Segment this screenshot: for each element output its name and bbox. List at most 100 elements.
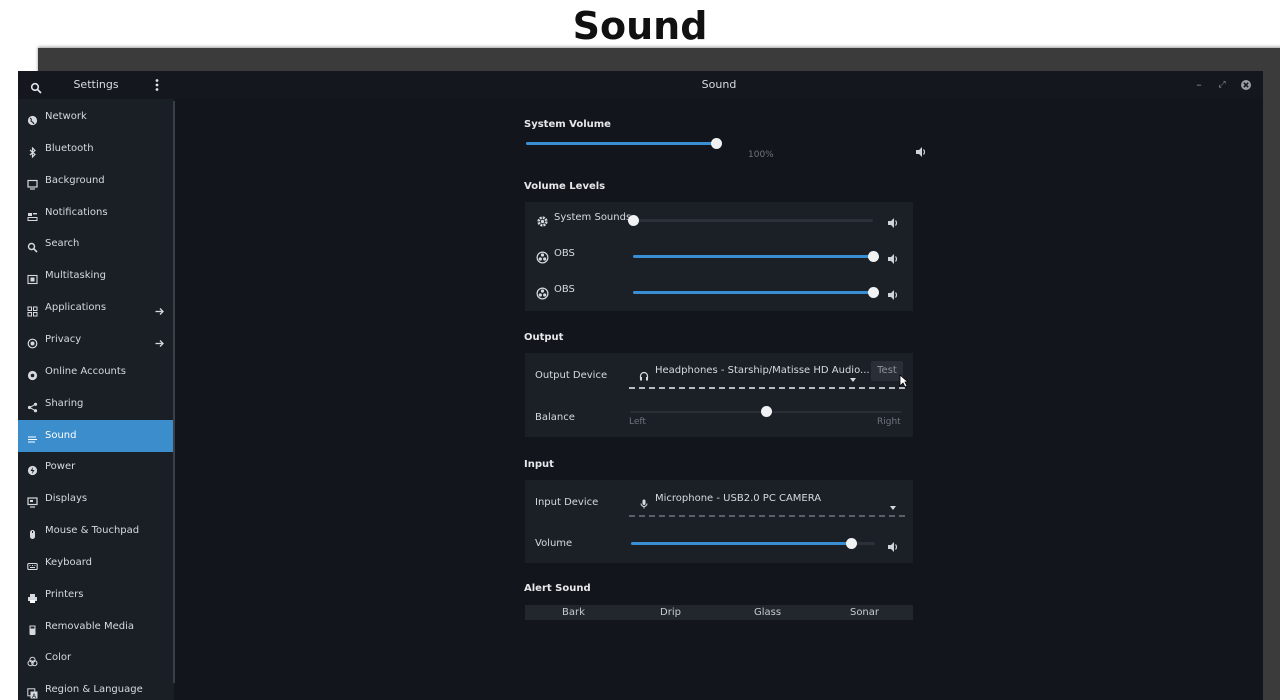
notifications-icon <box>27 207 38 221</box>
chevron-down-icon <box>889 496 897 510</box>
sidebar-item-label: Background <box>45 174 105 186</box>
grid-icon <box>27 302 38 317</box>
sidebar-item-keyboard[interactable]: Keyboard <box>18 547 174 579</box>
sidebar-item-notifications[interactable]: Notifications <box>18 197 174 229</box>
sidebar-item-privacy[interactable]: Privacy <box>18 324 174 356</box>
volume-levels-title: Volume Levels <box>524 181 606 192</box>
multitasking-icon <box>27 270 38 285</box>
power-icon <box>27 461 38 476</box>
speaker-icon[interactable] <box>887 250 899 264</box>
monitor-icon <box>27 175 38 190</box>
input-device-dropdown[interactable]: Microphone - USB2.0 PC CAMERA <box>629 489 901 510</box>
bluetooth-icon <box>27 143 38 159</box>
search-icon[interactable] <box>30 79 42 94</box>
sidebar: Network Bluetooth Background Notifications S… <box>18 99 174 700</box>
volume-level-row: OBS <box>525 246 913 266</box>
input-device-value: Microphone - USB2.0 PC CAMERA <box>655 493 822 504</box>
alert-sound-option-glass[interactable]: Glass <box>719 605 816 620</box>
obs-icon <box>536 249 549 264</box>
sidebar-item-search[interactable]: Search <box>18 228 174 260</box>
system-volume-title: System Volume <box>524 119 611 130</box>
color-icon <box>27 652 38 667</box>
settings-window: Settings Sound – ⤢ Network Bluetooth Backg… <box>18 71 1263 700</box>
alert-sound-selector: Bark Drip Glass Sonar <box>525 605 913 620</box>
gear-icon <box>536 213 549 227</box>
alert-sound-title: Alert Sound <box>524 583 591 594</box>
slider-knob[interactable] <box>845 538 857 549</box>
sidebar-item-label: Color <box>45 652 72 664</box>
output-device-value: Headphones - Starship/Matisse HD Audio..… <box>655 365 870 376</box>
alert-sound-option-bark[interactable]: Bark <box>525 605 622 620</box>
volume-level-slider[interactable] <box>633 287 879 298</box>
sidebar-item-bluetooth[interactable]: Bluetooth <box>18 133 174 165</box>
sidebar-item-online-accounts[interactable]: Online Accounts <box>18 356 174 388</box>
slider-knob[interactable] <box>868 251 879 262</box>
chevron-right-icon <box>154 334 165 347</box>
slider-knob[interactable] <box>628 215 639 226</box>
sidebar-item-label: Power <box>45 461 76 473</box>
sidebar-item-power[interactable]: Power <box>18 451 174 483</box>
sidebar-item-removable-media[interactable]: Removable Media <box>18 611 174 643</box>
balance-label: Balance <box>535 412 575 423</box>
sidebar-title: Settings <box>73 78 119 91</box>
slider-knob[interactable] <box>711 138 723 149</box>
sidebar-item-label: Privacy <box>45 333 82 345</box>
sidebar-item-label: Mouse & Touchpad <box>45 525 140 537</box>
speaker-icon[interactable] <box>915 143 927 157</box>
sidebar-item-printers[interactable]: Printers <box>18 579 174 611</box>
usb-icon <box>27 621 38 635</box>
headphones-icon <box>639 366 649 381</box>
balance-slider[interactable] <box>630 406 901 417</box>
output-device-dropdown[interactable]: Headphones - Starship/Matisse HD Audio..… <box>629 361 870 382</box>
sidebar-item-label: Sound <box>45 429 77 441</box>
input-volume-label: Volume <box>535 538 573 549</box>
microphone-icon <box>639 494 649 509</box>
volume-level-slider[interactable] <box>628 215 873 226</box>
sidebar-item-label: Region & Language <box>45 684 143 696</box>
volume-level-row: System Sounds <box>525 210 913 230</box>
input-volume-slider[interactable] <box>631 538 875 549</box>
search-icon <box>27 238 38 253</box>
speaker-icon[interactable] <box>887 538 899 552</box>
sidebar-item-mouse-touchpad[interactable]: Mouse & Touchpad <box>18 515 174 547</box>
sidebar-item-network[interactable]: Network <box>18 101 174 133</box>
sidebar-item-sharing[interactable]: Sharing <box>18 388 174 420</box>
sidebar-item-region-language[interactable]: A Region & Language <box>18 674 174 700</box>
maximize-button[interactable]: ⤢ <box>1214 77 1230 93</box>
alert-sound-option-sonar[interactable]: Sonar <box>816 605 913 620</box>
chevron-down-icon <box>849 368 857 382</box>
alert-sound-option-drip[interactable]: Drip <box>622 605 719 620</box>
chevron-right-icon <box>154 302 165 316</box>
close-button[interactable] <box>1238 77 1254 93</box>
speaker-icon[interactable] <box>887 286 899 300</box>
mouse-icon <box>27 525 38 540</box>
volume-level-slider[interactable] <box>633 251 879 262</box>
input-device-dashed-indicator <box>629 515 905 517</box>
more-menu-icon[interactable] <box>151 77 163 93</box>
display-icon <box>27 493 38 508</box>
speaker-icon <box>27 430 38 442</box>
sidebar-item-sound[interactable]: Sound <box>18 419 174 452</box>
sidebar-item-label: Search <box>45 238 80 250</box>
minimize-button[interactable]: – <box>1191 77 1207 93</box>
header-sidebar-section: Settings <box>18 71 174 99</box>
speaker-icon[interactable] <box>887 214 899 228</box>
volume-levels-panel: System Sounds OBS OBS <box>525 202 913 311</box>
slider-knob[interactable] <box>868 287 879 298</box>
obs-icon <box>536 285 549 300</box>
online-accounts-icon <box>27 366 38 380</box>
sidebar-item-background[interactable]: Background <box>18 165 174 197</box>
sidebar-item-multitasking[interactable]: Multitasking <box>18 260 174 292</box>
input-title: Input <box>524 459 554 470</box>
printer-icon <box>27 589 38 603</box>
sidebar-item-color[interactable]: Color <box>18 642 174 674</box>
sidebar-item-label: Removable Media <box>45 620 135 632</box>
volume-level-label: OBS <box>554 248 575 259</box>
system-volume-slider[interactable] <box>526 138 723 149</box>
volume-level-label: OBS <box>554 284 575 295</box>
slider-knob[interactable] <box>760 406 772 417</box>
balance-right-label: Right <box>877 417 901 427</box>
sidebar-item-displays[interactable]: Displays <box>18 483 174 515</box>
input-panel: Input Device Microphone - USB2.0 PC CAME… <box>525 480 913 563</box>
sidebar-item-applications[interactable]: Applications <box>18 292 174 324</box>
